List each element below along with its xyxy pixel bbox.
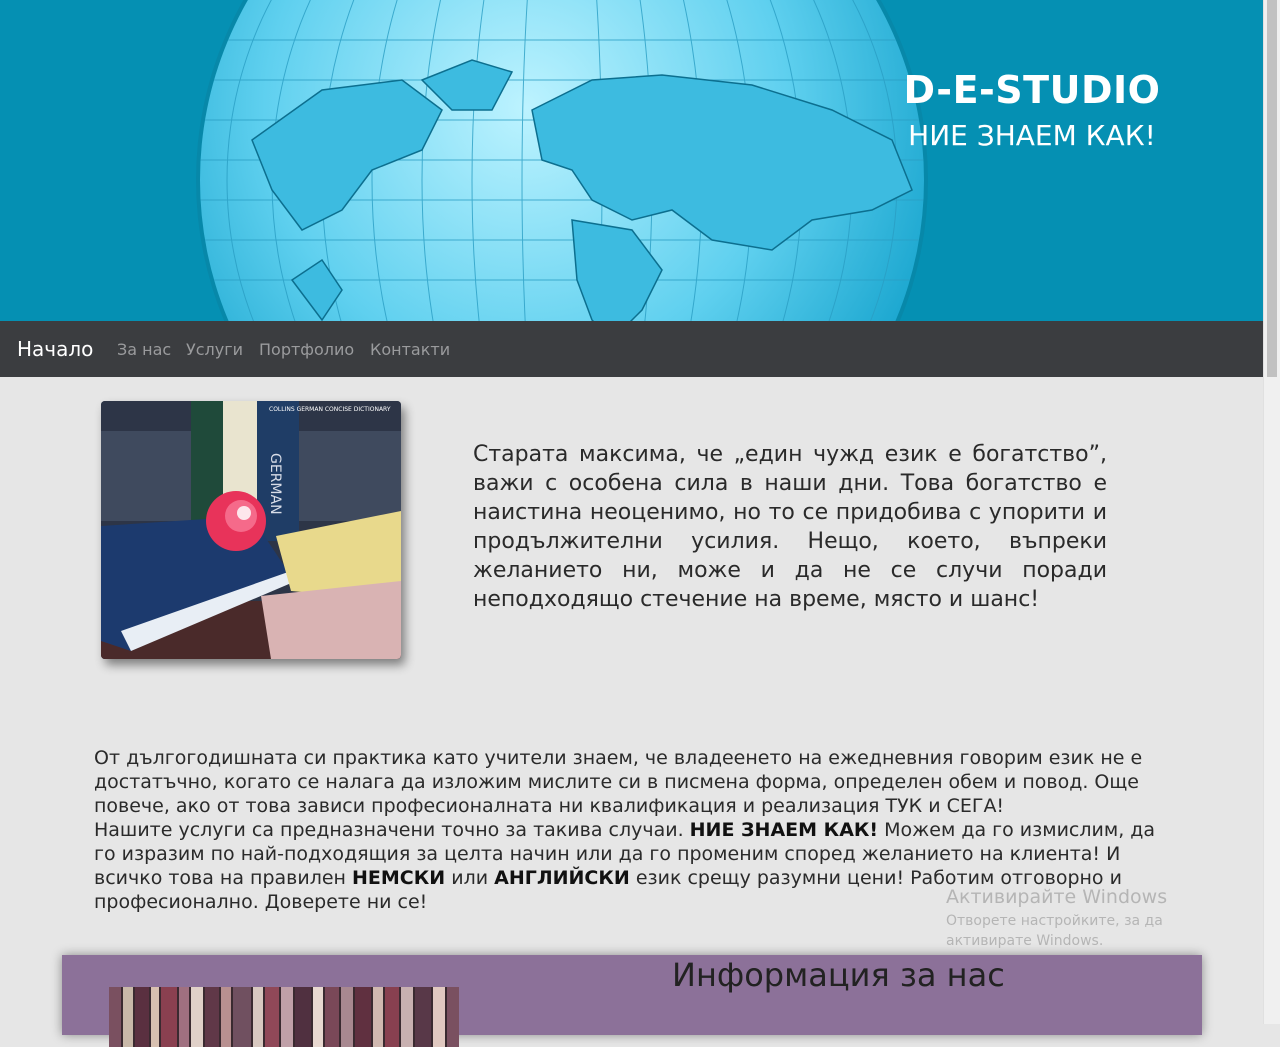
- site-slogan: НИЕ ЗНАЕМ КАК!: [908, 119, 1156, 152]
- nav-link-portfolio[interactable]: Портфолио: [259, 340, 354, 359]
- book-spine-collins: COLLINS GERMAN CONCISE DICTIONARY: [269, 406, 391, 413]
- body-emphasis-slogan: НИЕ ЗНАЕМ КАК!: [689, 819, 879, 841]
- books-rose-photo: COLLINS GERMAN CONCISE DICTIONARY GERMAN: [101, 401, 401, 659]
- about-us-heading: Информация за нас: [672, 956, 1005, 994]
- body-text-segment: Нашите услуги са предназначени точно за …: [94, 819, 690, 841]
- main-navbar: Начало За нас Услуги Портфолио Контакти: [0, 321, 1264, 377]
- brand-block: D-E-STUDIO НИЕ ЗНАЕМ КАК!: [900, 68, 1164, 156]
- watermark-title: Активирайте Windows: [946, 886, 1168, 908]
- book-spine-german: GERMAN: [267, 453, 283, 515]
- bookshelf-photo: [109, 987, 459, 1047]
- site-title: D-E-STUDIO: [903, 68, 1161, 112]
- nav-link-services[interactable]: Услуги: [186, 340, 243, 359]
- watermark-subtitle: Отворете настройките, за да активирате W…: [946, 913, 1163, 949]
- scrollbar-thumb[interactable]: [1267, 0, 1277, 377]
- body-emphasis-english: АНГЛИЙСКИ: [494, 867, 630, 889]
- windows-activation-watermark: Активирайте Windows Отворете настройките…: [946, 885, 1246, 951]
- body-emphasis-german: НЕМСКИ: [352, 867, 446, 889]
- about-us-section: Информация за нас: [62, 955, 1202, 1047]
- nav-link-contacts[interactable]: Контакти: [370, 340, 450, 359]
- nav-link-about[interactable]: За нас: [117, 340, 171, 359]
- page-scrollbar[interactable]: [1263, 0, 1280, 1024]
- world-globe-image: [196, 0, 928, 321]
- body-text-segment: или: [445, 867, 495, 889]
- header-banner: D-E-STUDIO НИЕ ЗНАЕМ КАК!: [0, 0, 1264, 321]
- body-paragraph-1: От дългогодишната си практика като учите…: [94, 747, 1143, 817]
- nav-link-home[interactable]: Начало: [17, 337, 93, 361]
- intro-paragraph: Старата максима, че „един чужд език е бо…: [473, 442, 1107, 612]
